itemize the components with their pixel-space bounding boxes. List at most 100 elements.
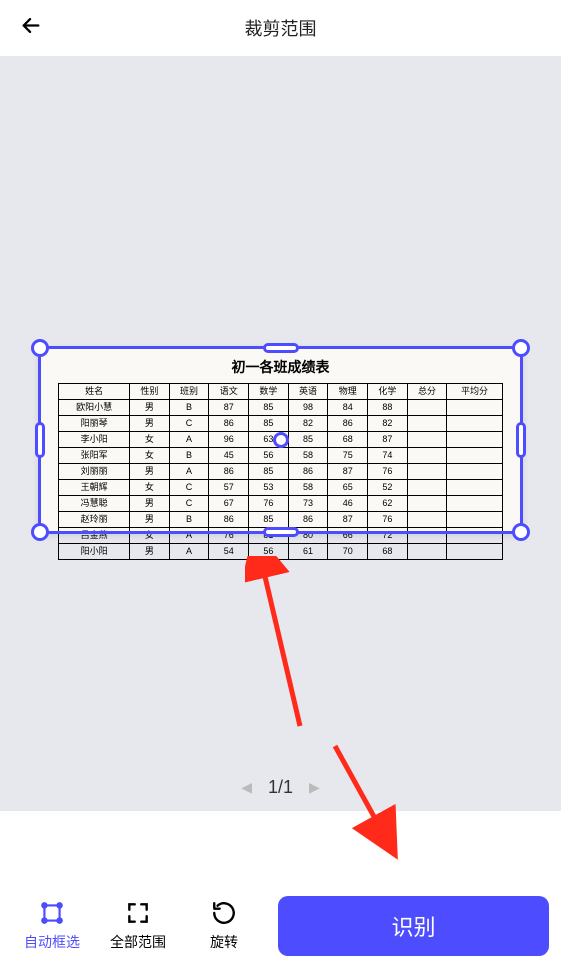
bottom-toolbar: 自动框选 全部范围 旋转 识别 — [0, 876, 561, 976]
pager-prev-icon[interactable]: ◀ — [241, 779, 252, 796]
table-cell: 70 — [328, 544, 368, 560]
table-cell: 86 — [288, 464, 328, 480]
table-cell: 88 — [368, 400, 408, 416]
pager-text: 1/1 — [268, 777, 293, 798]
annotation-arrow-1 — [245, 556, 315, 736]
table-cell: A — [169, 432, 209, 448]
table-cell — [447, 400, 502, 416]
table-header: 物理 — [328, 384, 368, 400]
table-cell: 阳小阳 — [59, 544, 130, 560]
table-cell — [407, 496, 447, 512]
table-cell: 女 — [130, 432, 170, 448]
table-cell: 58 — [288, 480, 328, 496]
table-cell — [407, 544, 447, 560]
table-cell: B — [169, 448, 209, 464]
auto-crop-icon — [39, 900, 65, 926]
table-cell: 75 — [328, 448, 368, 464]
table-row: 阳小阳男A5456617068 — [59, 544, 502, 560]
table-cell — [407, 432, 447, 448]
table-cell: 欧阳小慧 — [59, 400, 130, 416]
rotate-button[interactable]: 旋转 — [184, 900, 264, 952]
full-range-button[interactable]: 全部范围 — [98, 900, 178, 952]
table-cell: 王朝辉 — [59, 480, 130, 496]
crop-edge-right[interactable] — [516, 422, 526, 458]
table-cell: 阳丽琴 — [59, 416, 130, 432]
table-cell — [447, 544, 502, 560]
auto-crop-button[interactable]: 自动框选 — [12, 900, 92, 952]
crop-center-handle[interactable] — [273, 432, 289, 448]
table-header: 平均分 — [447, 384, 502, 400]
table-cell: 53 — [249, 480, 289, 496]
table-cell — [407, 528, 447, 544]
table-cell: 赵玲丽 — [59, 512, 130, 528]
table-cell: 73 — [288, 496, 328, 512]
crop-edge-bottom[interactable] — [263, 527, 299, 537]
table-row: 阳丽琴男C8685828682 — [59, 416, 502, 432]
crop-handle-bottom-right[interactable] — [512, 523, 530, 541]
auto-crop-label: 自动框选 — [24, 932, 80, 952]
back-arrow-icon — [20, 15, 42, 37]
table-cell: 56 — [249, 544, 289, 560]
crop-edge-left[interactable] — [35, 422, 45, 458]
table-cell: 54 — [209, 544, 249, 560]
table-row: 欧阳小慧男B8785988488 — [59, 400, 502, 416]
table-cell — [447, 496, 502, 512]
table-cell — [447, 416, 502, 432]
rotate-icon — [211, 900, 237, 926]
table-cell: A — [169, 528, 209, 544]
table-cell: 男 — [130, 544, 170, 560]
table-header: 姓名 — [59, 384, 130, 400]
table-cell — [407, 480, 447, 496]
table-cell: 46 — [328, 496, 368, 512]
table-cell: C — [169, 480, 209, 496]
table-cell: 85 — [249, 400, 289, 416]
table-header: 性别 — [130, 384, 170, 400]
table-cell — [447, 432, 502, 448]
table-cell: 86 — [209, 512, 249, 528]
table-cell: 张阳军 — [59, 448, 130, 464]
crop-edge-top[interactable] — [263, 343, 299, 353]
crop-handle-top-right[interactable] — [512, 339, 530, 357]
table-cell: B — [169, 400, 209, 416]
table-cell: 96 — [209, 432, 249, 448]
table-cell: 86 — [209, 464, 249, 480]
back-button[interactable] — [20, 15, 42, 42]
table-cell: 68 — [368, 544, 408, 560]
table-cell: 72 — [368, 528, 408, 544]
table-cell: 76 — [368, 464, 408, 480]
table-cell: A — [169, 544, 209, 560]
table-cell: 女 — [130, 480, 170, 496]
document-title: 初一各班成绩表 — [39, 357, 522, 377]
table-cell: 66 — [328, 528, 368, 544]
table-cell — [447, 448, 502, 464]
table-cell: 84 — [328, 400, 368, 416]
full-range-icon — [125, 900, 151, 926]
table-cell: 76 — [249, 496, 289, 512]
table-cell: 67 — [209, 496, 249, 512]
crop-handle-top-left[interactable] — [31, 339, 49, 357]
rotate-label: 旋转 — [210, 932, 238, 952]
table-cell: 68 — [328, 432, 368, 448]
table-cell: 女 — [130, 528, 170, 544]
table-cell: 87 — [209, 400, 249, 416]
table-cell: 52 — [368, 480, 408, 496]
table-cell: 刘丽丽 — [59, 464, 130, 480]
table-row: 冯慧聪男C6776734662 — [59, 496, 502, 512]
table-cell — [447, 528, 502, 544]
recognize-button[interactable]: 识别 — [278, 896, 549, 956]
table-cell: 李小阳 — [59, 432, 130, 448]
table-cell: 85 — [249, 464, 289, 480]
table-cell: 男 — [130, 400, 170, 416]
table-cell: 85 — [249, 416, 289, 432]
table-cell — [407, 416, 447, 432]
table-cell: 85 — [288, 432, 328, 448]
table-cell: 56 — [249, 448, 289, 464]
page-title: 裁剪范围 — [245, 15, 317, 41]
table-row: 赵玲丽男B8685868776 — [59, 512, 502, 528]
table-cell — [447, 512, 502, 528]
table-header: 总分 — [407, 384, 447, 400]
pager-next-icon[interactable]: ▶ — [309, 779, 320, 796]
crop-handle-bottom-left[interactable] — [31, 523, 49, 541]
table-cell — [407, 512, 447, 528]
table-cell: 82 — [368, 416, 408, 432]
